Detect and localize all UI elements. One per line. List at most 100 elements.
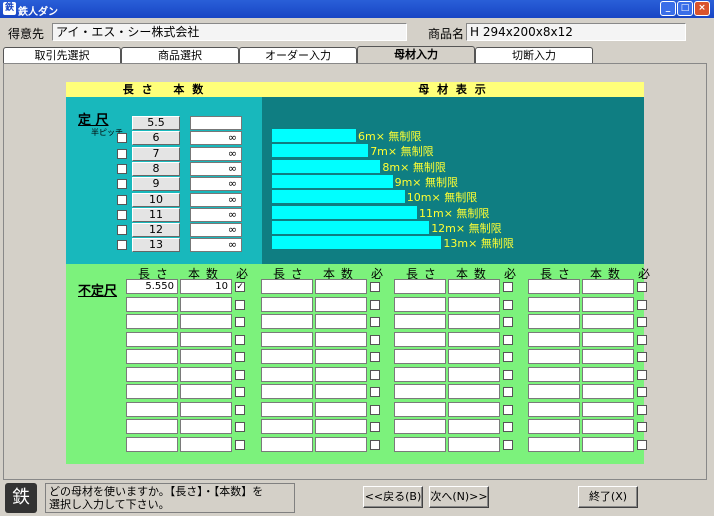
qty-cell[interactable] xyxy=(315,296,367,312)
length-qty-field-6[interactable]: ∞ xyxy=(190,207,242,222)
required-checkbox[interactable]: ✓ xyxy=(235,282,245,292)
required-checkbox[interactable] xyxy=(235,352,245,362)
half-pitch-checkbox-7[interactable] xyxy=(117,225,127,236)
required-checkbox[interactable] xyxy=(503,334,513,345)
required-checkbox[interactable] xyxy=(503,387,513,397)
qty-cell[interactable] xyxy=(448,279,500,294)
qty-cell[interactable] xyxy=(448,296,500,312)
length-cell[interactable] xyxy=(528,296,580,312)
length-button-2[interactable]: 7 xyxy=(132,146,180,161)
length-cell[interactable] xyxy=(261,401,313,417)
required-checkbox[interactable] xyxy=(235,299,245,310)
required-checkbox[interactable] xyxy=(370,299,380,310)
length-cell[interactable] xyxy=(394,419,446,434)
required-checkbox[interactable] xyxy=(503,317,513,327)
required-checkbox[interactable] xyxy=(637,317,647,327)
length-button-4[interactable]: 9 xyxy=(132,177,180,192)
length-button-1[interactable]: 6 xyxy=(132,131,180,146)
qty-cell[interactable] xyxy=(180,436,232,452)
required-checkbox[interactable] xyxy=(370,352,380,362)
required-checkbox[interactable] xyxy=(637,439,647,450)
required-checkbox[interactable] xyxy=(370,369,380,380)
required-checkbox[interactable] xyxy=(637,404,647,415)
qty-cell[interactable] xyxy=(448,419,500,434)
qty-cell[interactable] xyxy=(448,384,500,399)
qty-cell[interactable] xyxy=(180,366,232,382)
qty-cell[interactable] xyxy=(582,349,634,364)
required-checkbox[interactable] xyxy=(503,352,513,362)
length-cell[interactable] xyxy=(126,349,178,364)
required-checkbox[interactable] xyxy=(370,422,380,432)
required-checkbox[interactable] xyxy=(637,334,647,345)
length-cell[interactable] xyxy=(261,331,313,347)
qty-cell[interactable] xyxy=(315,279,367,294)
qty-cell[interactable] xyxy=(582,384,634,399)
length-qty-field-8[interactable]: ∞ xyxy=(190,238,242,253)
required-checkbox[interactable] xyxy=(235,317,245,327)
qty-cell[interactable] xyxy=(582,331,634,347)
length-cell[interactable] xyxy=(528,436,580,452)
length-qty-field-5[interactable]: ∞ xyxy=(190,192,242,207)
length-cell[interactable] xyxy=(261,296,313,312)
qty-cell[interactable] xyxy=(582,401,634,417)
length-qty-field-2[interactable]: ∞ xyxy=(190,146,242,161)
length-cell[interactable]: 5.550 xyxy=(126,279,178,294)
required-checkbox[interactable] xyxy=(370,387,380,397)
qty-cell[interactable] xyxy=(315,331,367,347)
qty-cell[interactable] xyxy=(315,419,367,434)
qty-cell[interactable] xyxy=(315,384,367,399)
back-button[interactable]: <<戻る(B) xyxy=(363,486,423,508)
length-cell[interactable] xyxy=(528,349,580,364)
qty-cell[interactable] xyxy=(448,314,500,329)
required-checkbox[interactable] xyxy=(637,352,647,362)
length-cell[interactable] xyxy=(394,401,446,417)
qty-cell[interactable] xyxy=(582,296,634,312)
required-checkbox[interactable] xyxy=(370,317,380,327)
qty-cell[interactable] xyxy=(180,401,232,417)
length-qty-field-1[interactable]: ∞ xyxy=(190,131,242,146)
qty-cell[interactable] xyxy=(315,349,367,364)
length-cell[interactable] xyxy=(261,436,313,452)
product-field[interactable]: H 294x200x8x12 xyxy=(466,23,686,41)
length-cell[interactable] xyxy=(528,384,580,399)
length-cell[interactable] xyxy=(126,331,178,347)
required-checkbox[interactable] xyxy=(503,282,513,292)
length-cell[interactable] xyxy=(394,314,446,329)
qty-cell[interactable] xyxy=(180,314,232,329)
length-cell[interactable] xyxy=(528,279,580,294)
tab-base-material-input[interactable]: 母材入力 xyxy=(357,46,475,64)
qty-cell[interactable] xyxy=(582,279,634,294)
length-cell[interactable] xyxy=(528,331,580,347)
qty-cell[interactable] xyxy=(315,436,367,452)
length-cell[interactable] xyxy=(261,366,313,382)
length-cell[interactable] xyxy=(528,401,580,417)
required-checkbox[interactable] xyxy=(370,282,380,292)
length-button-0[interactable]: 5.5 xyxy=(132,116,180,130)
length-cell[interactable] xyxy=(394,366,446,382)
qty-cell[interactable] xyxy=(315,314,367,329)
length-cell[interactable] xyxy=(126,419,178,434)
required-checkbox[interactable] xyxy=(503,439,513,450)
required-checkbox[interactable] xyxy=(637,282,647,292)
tab-order-input[interactable]: オーダー入力 xyxy=(239,47,357,64)
length-cell[interactable] xyxy=(261,314,313,329)
required-checkbox[interactable] xyxy=(370,334,380,345)
required-checkbox[interactable] xyxy=(637,299,647,310)
half-pitch-checkbox-5[interactable] xyxy=(117,194,127,205)
length-cell[interactable] xyxy=(126,314,178,329)
tab-cutting-input[interactable]: 切断入力 xyxy=(475,47,593,64)
exit-button[interactable]: 終了(X) xyxy=(578,486,638,508)
length-cell[interactable] xyxy=(394,331,446,347)
required-checkbox[interactable] xyxy=(235,422,245,432)
qty-cell[interactable] xyxy=(180,296,232,312)
length-cell[interactable] xyxy=(528,314,580,329)
tab-product-select[interactable]: 商品選択 xyxy=(121,47,239,64)
length-qty-field-3[interactable]: ∞ xyxy=(190,161,242,176)
qty-cell[interactable] xyxy=(582,436,634,452)
half-pitch-checkbox-1[interactable] xyxy=(117,133,127,144)
length-cell[interactable] xyxy=(261,349,313,364)
qty-cell[interactable] xyxy=(180,419,232,434)
required-checkbox[interactable] xyxy=(503,422,513,432)
required-checkbox[interactable] xyxy=(235,334,245,345)
qty-cell[interactable] xyxy=(448,331,500,347)
